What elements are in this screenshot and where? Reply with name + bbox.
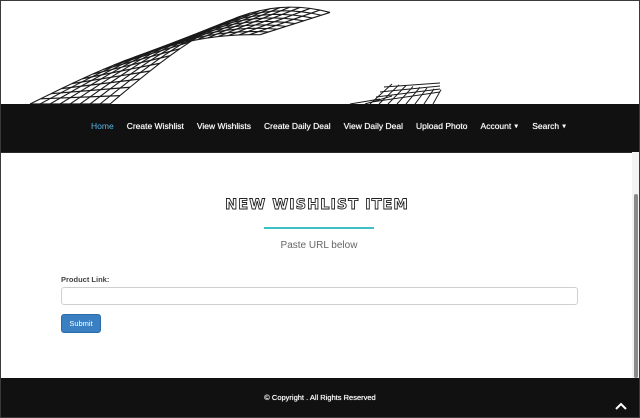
chevron-down-icon: ▼ [561,124,568,130]
navbar: Home Create Wishlist View Wishlists Crea… [0,104,640,153]
nav-item-home[interactable]: Home [91,121,114,131]
product-link-input[interactable] [61,287,578,305]
nav-item-label: View Daily Deal [343,121,404,131]
nav-item-label: Search [532,121,560,131]
hero-architecture-image [29,6,442,104]
nav-item-label: Upload Photo [416,121,468,131]
nav-item-label: Create Daily Deal [264,121,331,131]
submit-button[interactable]: Submit [61,314,101,333]
nav-item-label: Home [91,121,114,131]
nav-menu: Home Create Wishlist View Wishlists Crea… [91,121,580,131]
page-subtitle: Paste URL below [280,240,358,251]
product-link-label: Product Link: [61,275,110,284]
page-title: NEW WISHLIST ITEM [225,197,409,214]
nav-item-account[interactable]: Account ▼ [481,121,520,131]
hero-image [0,0,640,104]
nav-item-label: View Wishlists [196,121,252,131]
copyright-text: © Copyright . All Rights Reserved [264,393,376,402]
nav-item-search[interactable]: Search ▼ [532,121,567,131]
chevron-down-icon: ▼ [513,124,520,130]
footer: © Copyright . All Rights Reserved [0,378,640,418]
scrollbar-thumb[interactable] [634,194,638,378]
nav-item-view-wishlists[interactable]: View Wishlists [197,121,251,131]
title-underline [264,227,374,229]
nav-item-label: Account [480,121,512,131]
nav-item-upload-photo[interactable]: Upload Photo [416,121,468,131]
nav-item-view-daily-deal[interactable]: View Daily Deal [344,121,403,131]
nav-item-label: Create Wishlist [126,121,184,131]
nav-item-create-wishlist[interactable]: Create Wishlist [127,121,184,131]
nav-item-create-daily-deal[interactable]: Create Daily Deal [264,121,331,131]
chevron-up-icon[interactable] [615,402,627,410]
